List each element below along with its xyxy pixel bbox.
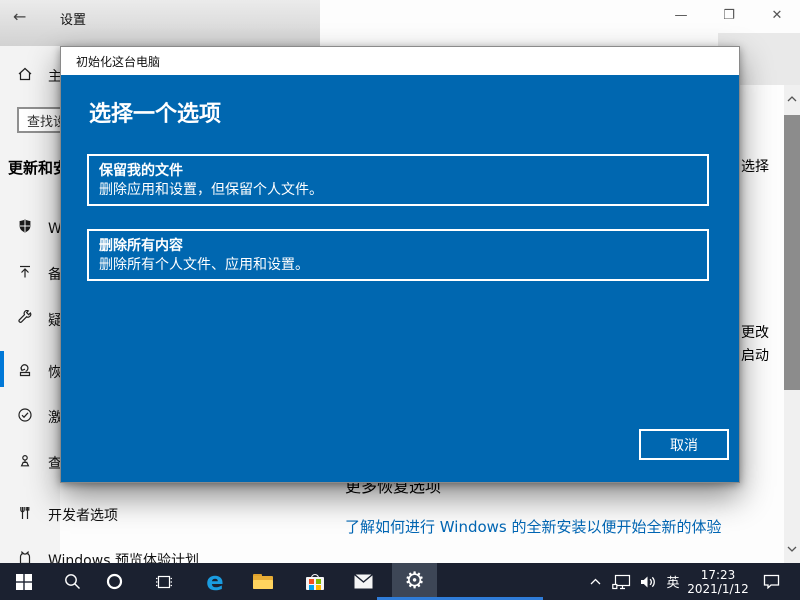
screen: ← 设置 — ❐ ✕ 主页 查找设置 更新和安全 Windows 安全中心 备份 [0, 0, 800, 600]
option-desc: 删除应用和设置，但保留个人文件。 [99, 181, 707, 200]
scrollbar-thumb[interactable] [784, 115, 800, 390]
backup-icon [17, 264, 33, 280]
file-explorer-icon [253, 574, 273, 589]
dialog-heading: 选择一个选项 [89, 96, 221, 128]
start-button[interactable] [4, 563, 44, 600]
clock[interactable]: 17:23 2021/1/12 [684, 563, 752, 600]
task-view-button[interactable] [144, 563, 184, 600]
action-center-icon [763, 574, 780, 589]
edge-icon: e [206, 569, 224, 595]
recovery-icon [17, 362, 33, 378]
network-icon [612, 574, 631, 590]
option-desc: 删除所有个人文件、应用和设置。 [99, 256, 707, 275]
ime-indicator[interactable]: 英 [662, 563, 684, 600]
option-title: 删除所有内容 [99, 236, 707, 256]
sidebar-item-label: 开发者选项 [48, 505, 118, 525]
reset-pc-dialog: 初始化这台电脑 选择一个选项 保留我的文件 删除应用和设置，但保留个人文件。 删… [60, 46, 740, 483]
speaker-icon [640, 575, 657, 589]
date-label: 2021/1/12 [687, 582, 749, 596]
taskbar: e ⚙ [0, 563, 800, 600]
titlebar-left-shade [0, 0, 320, 46]
content-fragment: 启动 [741, 345, 769, 365]
developer-icon [17, 505, 33, 521]
app-title: 设置 [60, 9, 86, 28]
option-title: 保留我的文件 [99, 161, 707, 181]
cancel-button[interactable]: 取消 [639, 429, 729, 460]
option-remove-everything[interactable]: 删除所有内容 删除所有个人文件、应用和设置。 [87, 229, 709, 281]
store-button[interactable] [293, 563, 337, 600]
home-icon [17, 66, 33, 82]
scrollbar-up-icon[interactable] [784, 91, 800, 107]
volume-tray-button[interactable] [636, 563, 660, 600]
search-icon [64, 573, 81, 590]
close-button[interactable]: ✕ [766, 6, 788, 26]
taskbar-search-button[interactable] [52, 563, 92, 600]
edge-button[interactable]: e [193, 563, 237, 600]
content-fragment: 选择 [741, 156, 769, 176]
time-label: 17:23 [701, 568, 736, 582]
restore-button[interactable]: ❐ [718, 6, 740, 26]
shield-icon [17, 218, 33, 234]
scrollbar[interactable] [784, 85, 800, 563]
ime-label: 英 [666, 572, 679, 591]
chevron-up-icon [590, 578, 601, 585]
mail-icon [354, 574, 373, 589]
task-view-icon [155, 574, 173, 590]
file-explorer-button[interactable] [241, 563, 285, 600]
action-center-button[interactable] [754, 563, 788, 600]
gear-icon: ⚙ [404, 570, 425, 593]
cortana-button[interactable] [94, 563, 134, 600]
store-icon [306, 574, 324, 590]
windows-logo-icon [16, 574, 32, 590]
tray-expand-button[interactable] [586, 563, 604, 600]
back-arrow-icon[interactable]: ← [13, 7, 26, 26]
sidebar-item-developer[interactable]: 开发者选项 [0, 502, 230, 526]
dialog-title: 初始化这台电脑 [61, 47, 739, 75]
troubleshoot-icon [17, 310, 33, 326]
find-device-icon [17, 453, 33, 469]
settings-taskbar-button[interactable]: ⚙ [392, 563, 437, 600]
network-tray-button[interactable] [608, 563, 634, 600]
fresh-start-link[interactable]: 了解如何进行 Windows 的全新安装以便开始全新的体验 [345, 516, 722, 537]
activation-icon [17, 407, 33, 423]
scrollbar-down-icon[interactable] [784, 541, 800, 557]
option-keep-my-files[interactable]: 保留我的文件 删除应用和设置，但保留个人文件。 [87, 154, 709, 206]
minimize-button[interactable]: — [670, 6, 692, 26]
mail-button[interactable] [341, 563, 385, 600]
cortana-icon [106, 573, 123, 590]
content-fragment: 更改 [741, 322, 769, 342]
